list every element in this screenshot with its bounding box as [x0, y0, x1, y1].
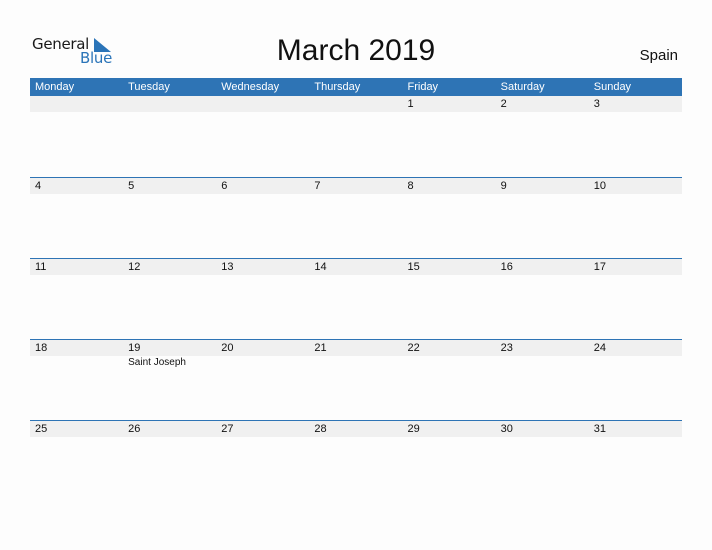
day-number: 28	[314, 423, 327, 435]
day-number: 24	[593, 342, 606, 354]
holiday-label	[30, 356, 123, 370]
day-number: 4	[35, 180, 42, 192]
day-number: 14	[314, 261, 327, 273]
holiday-label: Saint Joseph	[128, 357, 186, 368]
day-number: 18	[35, 342, 48, 354]
date-strip: 25 26 27 28 29 30 31	[30, 421, 682, 437]
day-number: 22	[407, 342, 420, 354]
weekday-label: Saturday	[500, 81, 545, 93]
day-number: 16	[500, 261, 513, 273]
calendar-title: March 2019	[276, 34, 436, 67]
weekday-label: Thursday	[314, 81, 361, 93]
day-number: 30	[500, 423, 513, 435]
weekday-label: Tuesday	[128, 81, 170, 93]
holiday-label	[496, 356, 589, 370]
weekday-label: Wednesday	[221, 81, 280, 93]
day-number: 5	[128, 180, 135, 192]
day-number: 12	[128, 261, 141, 273]
day-number: 19	[128, 342, 141, 354]
day-number: 11	[35, 261, 47, 273]
day-number: 8	[407, 180, 414, 192]
holiday-label	[216, 356, 309, 370]
weekday-label: Sunday	[593, 81, 632, 93]
day-number: 20	[221, 342, 234, 354]
weekday-header: Monday Tuesday Wednesday Thursday Friday…	[30, 78, 682, 96]
day-number: 15	[407, 261, 420, 273]
holiday-label	[403, 356, 496, 370]
day-number: 2	[500, 98, 507, 110]
day-number: 29	[407, 423, 420, 435]
day-number: 13	[221, 261, 234, 273]
day-number	[216, 96, 309, 112]
day-number: 27	[221, 423, 234, 435]
week-row: 25 26 27 28 29 30 31	[30, 420, 682, 501]
date-strip: 4 5 6 7 8 9 10	[30, 178, 682, 194]
day-number: 31	[593, 423, 606, 435]
weekday-label: Friday	[407, 81, 439, 93]
week-row: 1 2 3	[30, 96, 682, 177]
day-number: 21	[314, 342, 327, 354]
day-number: 25	[35, 423, 48, 435]
country-label: Spain	[639, 47, 678, 64]
calendar-grid: Monday Tuesday Wednesday Thursday Friday…	[30, 78, 682, 501]
week-row: 18 19 20 21 22 23 24 Saint Joseph	[30, 339, 682, 420]
date-strip: 18 19 20 21 22 23 24	[30, 340, 682, 356]
day-number: 23	[500, 342, 513, 354]
holiday-row: Saint Joseph	[30, 356, 682, 370]
day-number: 10	[593, 180, 606, 192]
day-number: 26	[128, 423, 141, 435]
holiday-label	[589, 356, 682, 370]
date-strip: 11 12 13 14 15 16 17	[30, 259, 682, 275]
day-number: 17	[593, 261, 606, 273]
day-number: 1	[407, 98, 414, 110]
week-row: 11 12 13 14 15 16 17	[30, 258, 682, 339]
holiday-label	[309, 356, 402, 370]
day-number	[30, 96, 123, 112]
day-number: 3	[593, 98, 600, 110]
day-number: 7	[314, 180, 321, 192]
weekday-label: Monday	[35, 81, 75, 93]
day-number	[123, 96, 216, 112]
day-number: 6	[221, 180, 228, 192]
day-number	[309, 96, 402, 112]
day-number: 9	[500, 180, 507, 192]
date-strip: 1 2 3	[30, 96, 682, 112]
week-row: 4 5 6 7 8 9 10	[30, 177, 682, 258]
